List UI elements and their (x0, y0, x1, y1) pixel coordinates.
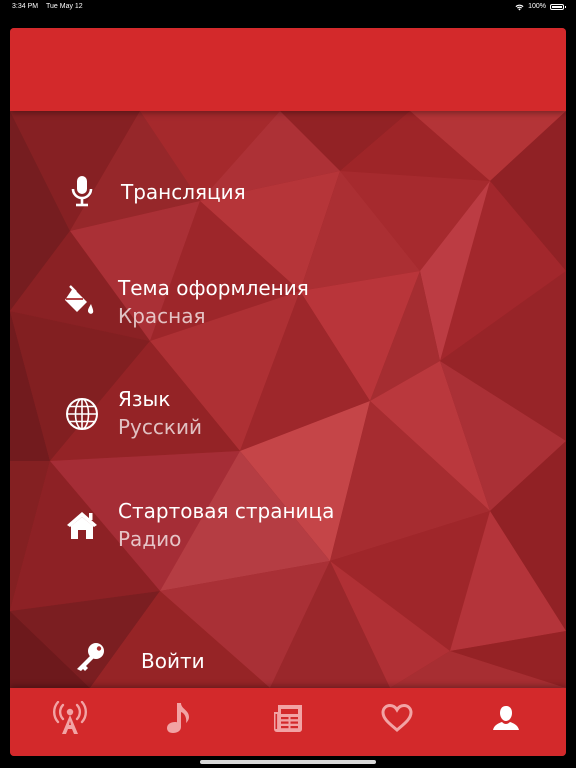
tab-radio[interactable] (50, 700, 90, 740)
app-window: Трансляция Тема оформления Красная Язык … (10, 28, 566, 756)
app-header (10, 28, 566, 111)
home-indicator[interactable] (200, 760, 376, 764)
menu-title-theme: Тема оформления (118, 276, 309, 300)
status-time: 3:34 PM (12, 3, 39, 10)
battery-icon (550, 4, 566, 10)
music-note-icon (165, 701, 193, 739)
tab-news[interactable] (268, 700, 308, 740)
user-icon (491, 704, 521, 736)
menu-item-login[interactable]: Войти (10, 633, 566, 683)
battery-percent: 100% (528, 3, 546, 10)
menu-item-start-page[interactable]: Стартовая страница Радио (10, 495, 566, 559)
settings-menu: Трансляция Тема оформления Красная Язык … (10, 111, 566, 688)
menu-title-language: Язык (118, 387, 171, 411)
wifi-icon (515, 4, 524, 11)
globe-icon (64, 396, 100, 432)
menu-value-start-page: Радио (118, 527, 182, 551)
heart-icon (380, 703, 414, 737)
tab-favorites[interactable] (377, 700, 417, 740)
menu-value-theme: Красная (118, 304, 206, 328)
newspaper-icon (272, 702, 304, 738)
tab-bar (10, 688, 566, 756)
key-icon (72, 639, 108, 675)
menu-item-broadcast[interactable]: Трансляция (10, 167, 566, 217)
screen: 3:34 PM Tue May 12 100% Трансляция Тема … (0, 0, 576, 768)
tab-music[interactable] (159, 700, 199, 740)
menu-title-broadcast: Трансляция (121, 180, 246, 204)
home-icon (64, 507, 100, 543)
menu-value-language: Русский (118, 415, 202, 439)
menu-title-login: Войти (141, 649, 205, 673)
menu-item-theme[interactable]: Тема оформления Красная (10, 271, 566, 335)
status-bar: 3:34 PM Tue May 12 100% (0, 0, 576, 14)
tab-profile[interactable] (486, 700, 526, 740)
radio-tower-icon (52, 700, 88, 739)
status-date: Tue May 12 (46, 3, 83, 10)
paint-bucket-icon (62, 283, 98, 319)
microphone-icon (64, 173, 100, 209)
menu-item-language[interactable]: Язык Русский (10, 383, 566, 447)
status-right: 100% (515, 0, 566, 14)
menu-title-start-page: Стартовая страница (118, 499, 335, 523)
